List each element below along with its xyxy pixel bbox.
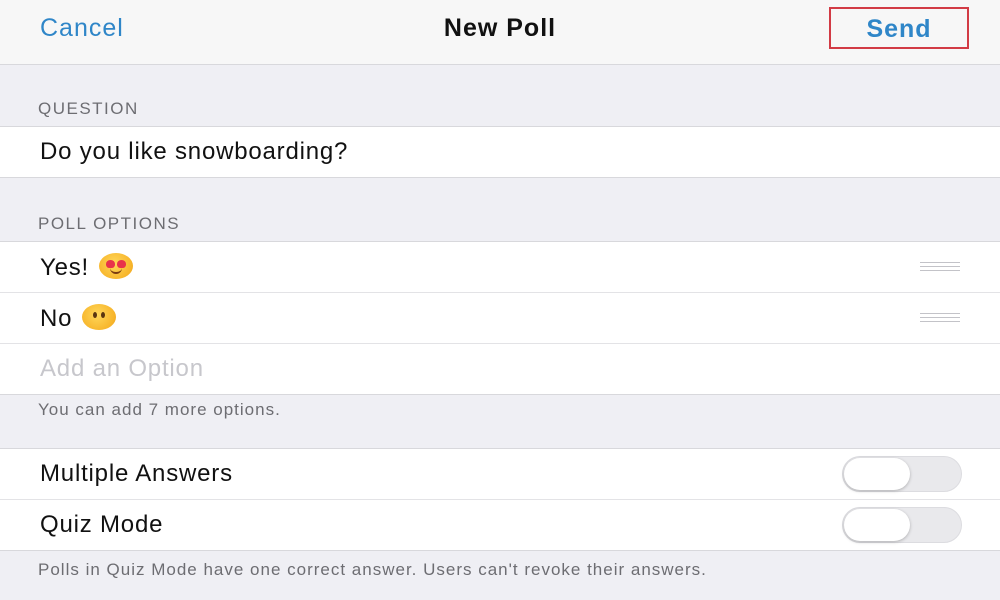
question-cell[interactable]: Do you like snowboarding? bbox=[0, 127, 1000, 177]
reorder-handle-icon[interactable] bbox=[920, 262, 960, 273]
options-remaining-note: You can add 7 more options. bbox=[38, 400, 281, 419]
poll-option-label: Yes! bbox=[40, 254, 90, 281]
new-poll-screen: Cancel New Poll Send QUESTION Do you lik… bbox=[0, 0, 1000, 600]
poll-option-text[interactable]: No bbox=[40, 304, 117, 333]
question-section-header: QUESTION bbox=[38, 99, 139, 118]
toggle-knob bbox=[844, 509, 910, 541]
poll-options-group: Yes! No bbox=[0, 241, 1000, 395]
face-without-mouth-emoji-icon bbox=[82, 304, 117, 330]
poll-option-row[interactable]: No bbox=[0, 293, 1000, 344]
quiz-mode-row: Quiz Mode bbox=[0, 500, 1000, 550]
quiz-mode-note: Polls in Quiz Mode have one correct answ… bbox=[38, 560, 707, 579]
multiple-answers-label: Multiple Answers bbox=[40, 460, 233, 487]
add-option-input[interactable] bbox=[40, 355, 840, 383]
add-option-row[interactable] bbox=[0, 344, 1000, 394]
eye-dot bbox=[101, 312, 106, 318]
poll-settings-group: Multiple Answers Quiz Mode bbox=[0, 448, 1000, 551]
multiple-answers-toggle[interactable] bbox=[842, 456, 962, 492]
reorder-handle-icon[interactable] bbox=[920, 313, 960, 324]
navigation-bar: Cancel New Poll Send bbox=[0, 0, 1000, 65]
smile-mouth bbox=[110, 267, 123, 274]
poll-option-label: No bbox=[40, 305, 73, 332]
poll-option-row[interactable]: Yes! bbox=[0, 242, 1000, 293]
quiz-mode-label: Quiz Mode bbox=[40, 511, 164, 538]
quiz-mode-toggle[interactable] bbox=[842, 507, 962, 543]
question-group: Do you like snowboarding? bbox=[0, 126, 1000, 178]
toggle-knob bbox=[844, 458, 910, 490]
heart-eyes-emoji-icon bbox=[99, 253, 134, 279]
multiple-answers-row: Multiple Answers bbox=[0, 449, 1000, 500]
poll-options-section-header: POLL OPTIONS bbox=[38, 214, 181, 233]
poll-option-text[interactable]: Yes! bbox=[40, 253, 134, 282]
question-input[interactable]: Do you like snowboarding? bbox=[40, 138, 348, 166]
send-button[interactable]: Send bbox=[829, 7, 969, 49]
eye-dot bbox=[93, 312, 98, 318]
